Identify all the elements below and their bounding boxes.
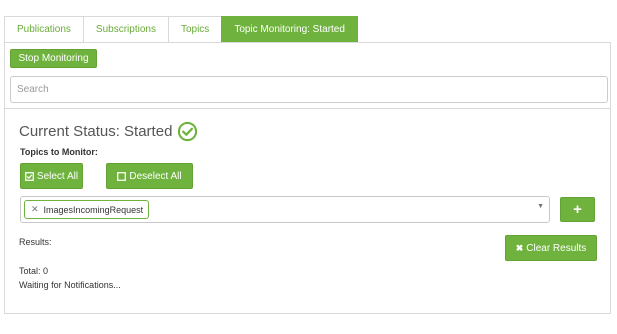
results-message: Waiting for Notifications...	[19, 280, 121, 290]
select-all-label: Select All	[36, 170, 79, 182]
plus-icon: +	[573, 201, 582, 218]
deselect-all-button[interactable]: Deselect All	[106, 163, 193, 189]
status-text: Current Status: Started	[19, 123, 173, 140]
current-status: Current Status: Started	[19, 121, 198, 142]
selected-topic-chip: ✕ ImagesIncomingRequest	[24, 200, 150, 219]
topic-monitoring-panel: Stop Monitoring Current Status: Started …	[4, 42, 611, 314]
divider	[5, 108, 610, 109]
checkbox-checked-icon	[25, 171, 34, 181]
close-icon: ✖	[515, 242, 524, 253]
tab-topic-monitoring[interactable]: Topic Monitoring: Started	[221, 16, 358, 43]
tab-publications[interactable]: Publications	[4, 16, 84, 43]
select-all-button[interactable]: Select All	[20, 163, 83, 189]
dropdown-caret-icon[interactable]: ▼	[537, 203, 544, 210]
stop-monitoring-button[interactable]: Stop Monitoring	[10, 49, 97, 68]
tab-topics[interactable]: Topics	[167, 16, 223, 43]
topics-to-monitor-label: Topics to Monitor:	[20, 147, 98, 157]
stop-monitoring-label: Stop Monitoring	[18, 53, 89, 64]
add-topic-button[interactable]: +	[560, 197, 595, 222]
tab-bar: Publications Subscriptions Topics Topic …	[4, 16, 358, 43]
results-total: Total: 0	[19, 266, 49, 276]
clear-results-button[interactable]: ✖ Clear Results	[505, 235, 597, 261]
topics-select[interactable]: ✕ ImagesIncomingRequest ▼	[20, 196, 550, 223]
check-circle-icon	[178, 121, 198, 142]
remove-chip-icon[interactable]: ✕	[31, 204, 39, 215]
clear-results-label: Clear Results	[526, 242, 587, 254]
checkbox-empty-icon	[117, 171, 127, 181]
search-input[interactable]	[10, 76, 608, 103]
selected-topic-label: ImagesIncomingRequest	[43, 204, 144, 215]
deselect-all-label: Deselect All	[129, 170, 182, 182]
tab-subscriptions[interactable]: Subscriptions	[82, 16, 169, 43]
results-label: Results:	[19, 237, 52, 247]
